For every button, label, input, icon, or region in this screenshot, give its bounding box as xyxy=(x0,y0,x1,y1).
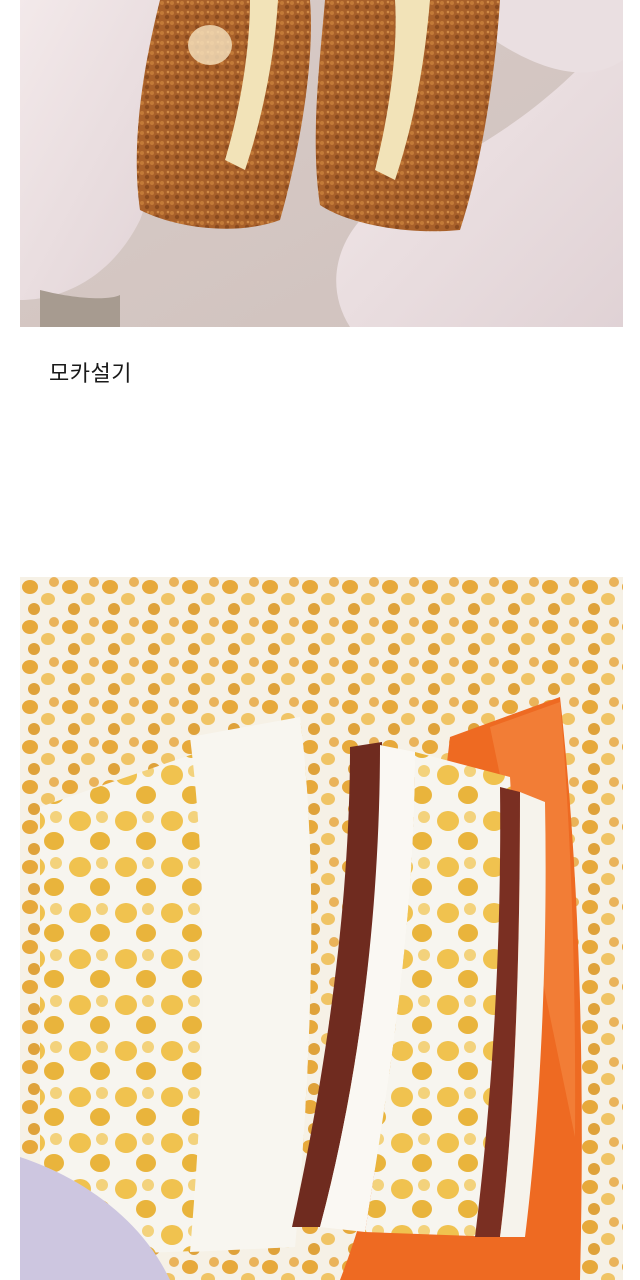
corn-rice-cake-illustration xyxy=(20,577,623,1280)
post-caption: 모카설기 xyxy=(49,362,132,387)
mocha-rice-cake-illustration xyxy=(20,0,623,327)
corn-rice-cake-photo[interactable] xyxy=(20,577,623,1280)
mocha-rice-cake-photo[interactable] xyxy=(20,0,623,327)
